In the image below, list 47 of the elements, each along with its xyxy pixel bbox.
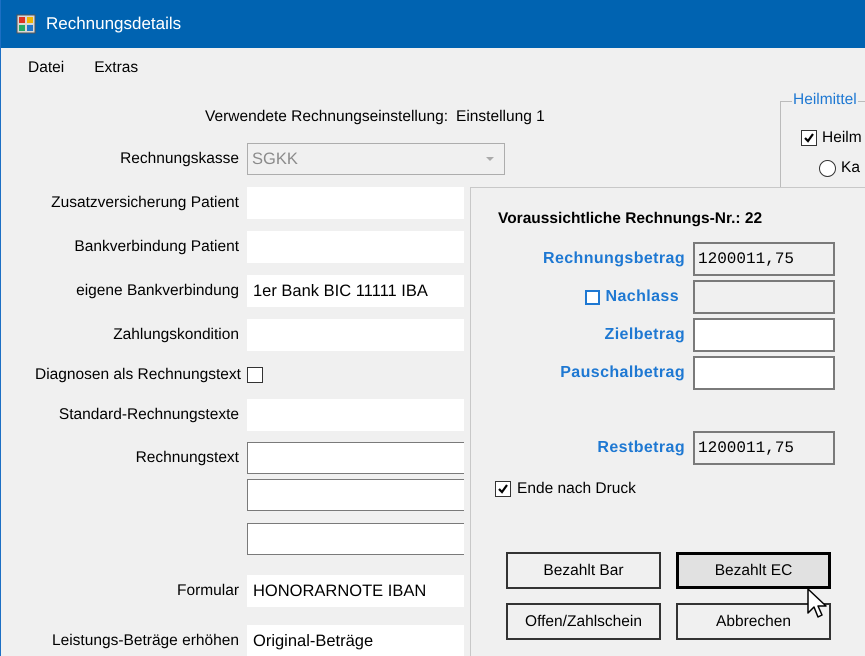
mouse-pointer-icon <box>807 588 829 620</box>
input-field[interactable] <box>693 318 835 352</box>
dialog-heading: Voraussichtliche Rechnungs-Nr.: 22 <box>498 210 764 228</box>
field-label: Leistungs-Beträge erhöhen <box>51 632 239 650</box>
input-field[interactable]: 1er Bank BIC 11111 IBA <box>247 275 464 307</box>
field-label: Formular <box>176 582 239 600</box>
menu-item[interactable]: Extras <box>94 59 138 77</box>
radio-label: Ka <box>841 159 860 177</box>
input-field[interactable] <box>247 442 464 474</box>
dialog-button[interactable]: Bezahlt EC <box>676 552 831 589</box>
field-label: Rechnungskasse <box>119 150 239 168</box>
field-label: Rechnungsbetrag <box>542 250 685 268</box>
field-label: eigene Bankverbindung <box>75 282 239 300</box>
dropdown-value: SGKK <box>252 150 298 168</box>
field-label: Restbetrag <box>597 439 685 457</box>
caret-icon <box>486 157 494 161</box>
checkbox-label: Heilm <box>822 129 862 147</box>
dialog-button[interactable]: Abbrechen <box>676 603 831 640</box>
field-label: Bankverbindung Patient <box>73 238 239 256</box>
amount-field: 1200011,75 <box>693 431 835 465</box>
field-label: Standard-Rechnungstexte <box>58 406 239 424</box>
field-label: Zielbetrag <box>604 326 685 344</box>
menu-item[interactable]: Datei <box>28 59 64 77</box>
input-field[interactable] <box>247 523 464 555</box>
setting-value: Einstellung 1 <box>456 108 545 127</box>
checkbox[interactable] <box>495 481 511 497</box>
checkbox-label: Ende nach Druck <box>517 480 636 498</box>
checkbox[interactable] <box>246 367 263 383</box>
input-field[interactable] <box>247 479 464 511</box>
amount-field: 1200011,75 <box>693 242 835 276</box>
field-label: Zusatzversicherung Patient <box>50 194 239 212</box>
input-field[interactable]: HONORARNOTE IBAN <box>247 575 464 607</box>
field-label: Zahlungskondition <box>112 326 239 344</box>
input-field[interactable] <box>693 356 835 390</box>
app-icon <box>16 14 36 34</box>
checkbox-label: Diagnosen als Rechnungstext <box>35 366 241 384</box>
radio-button[interactable] <box>819 160 836 176</box>
input-field[interactable]: Original-Beträge <box>247 625 464 656</box>
dialog-button[interactable]: Offen/Zahlschein <box>506 603 661 640</box>
setting-label: Verwendete Rechnungseinstellung: <box>205 108 448 127</box>
checkbox-label: Nachlass <box>606 288 679 306</box>
field-label: Pauschalbetrag <box>560 364 685 382</box>
checkbox[interactable] <box>801 130 817 146</box>
checkbox[interactable] <box>584 290 600 304</box>
field-label: Rechnungstext <box>134 448 239 468</box>
dialog-button[interactable]: Bezahlt Bar <box>506 552 661 589</box>
window-title: Rechnungsdetails <box>46 14 182 34</box>
